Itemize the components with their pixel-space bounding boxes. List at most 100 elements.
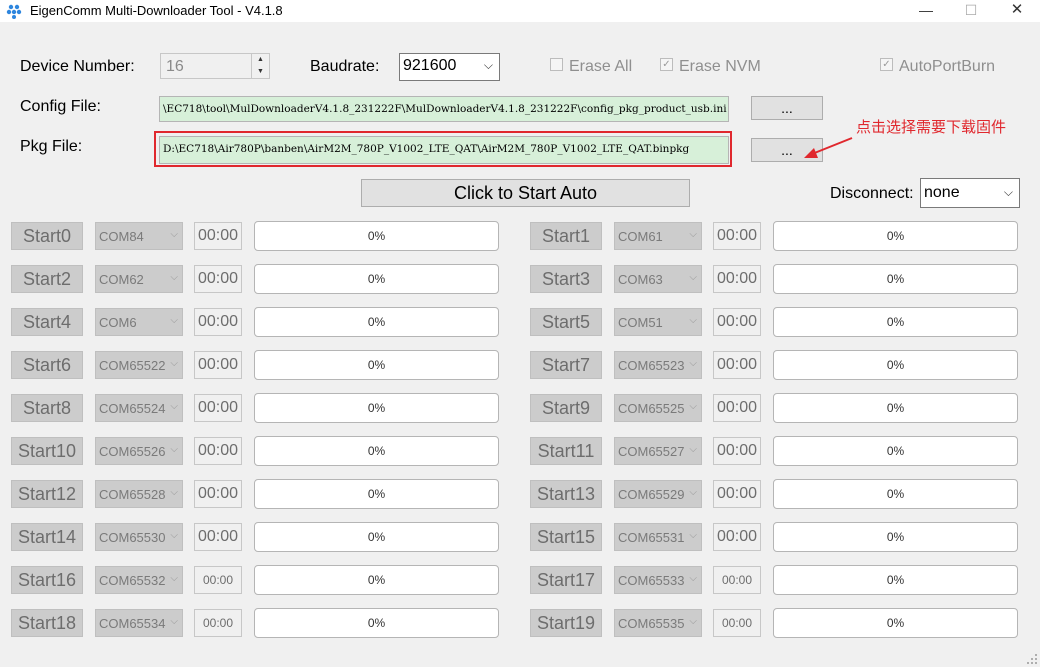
chevron-down-icon: ⌵ <box>689 358 697 369</box>
com-port-value: COM65533 <box>618 573 685 588</box>
chevron-down-icon: ⌵ <box>689 616 697 627</box>
com-port-select[interactable]: COM65524 ⌵ <box>95 394 183 422</box>
start-button[interactable]: Start14 <box>11 523 83 551</box>
disconnect-select[interactable]: none ⌵ <box>920 178 1020 208</box>
com-port-select[interactable]: COM65526 ⌵ <box>95 437 183 465</box>
com-port-select[interactable]: COM65533 ⌵ <box>614 566 702 594</box>
progress-bar: 0% <box>254 393 499 423</box>
start-button[interactable]: Start15 <box>530 523 602 551</box>
com-port-value: COM65531 <box>618 530 685 545</box>
com-port-select[interactable]: COM65532 ⌵ <box>95 566 183 594</box>
autoportburn-checkbox[interactable]: ✓ AutoPortBurn <box>880 58 995 76</box>
start-button[interactable]: Start19 <box>530 609 602 637</box>
minimize-button[interactable]: — <box>903 0 949 22</box>
chevron-down-icon: ⌵ <box>689 315 697 326</box>
elapsed-time: 00:00 <box>713 308 761 336</box>
progress-bar: 0% <box>773 522 1018 552</box>
annotation-arrow-icon <box>804 137 853 158</box>
resize-grip-icon[interactable] <box>1026 653 1038 665</box>
autoportburn-label: AutoPortBurn <box>899 58 996 75</box>
start-button[interactable]: Start2 <box>11 265 83 293</box>
chevron-down-icon: ⌵ <box>170 358 178 369</box>
highlight-box <box>154 131 732 167</box>
spinner-arrows[interactable]: ▲ ▼ <box>251 54 269 78</box>
elapsed-time: 00:00 <box>713 351 761 379</box>
maximize-button[interactable]: ☐ <box>948 0 994 22</box>
start-button[interactable]: Start7 <box>530 351 602 379</box>
start-button[interactable]: Start1 <box>530 222 602 250</box>
com-port-select[interactable]: COM51 ⌵ <box>614 308 702 336</box>
config-file-path-field[interactable]: \EC718\tool\MulDownloaderV4.1.8_231222F\… <box>159 96 729 122</box>
com-port-select[interactable]: COM65528 ⌵ <box>95 480 183 508</box>
start-button[interactable]: Start11 <box>530 437 602 465</box>
close-button[interactable]: ✕ <box>994 0 1040 22</box>
start-button[interactable]: Start5 <box>530 308 602 336</box>
com-port-value: COM65527 <box>618 444 685 459</box>
com-port-select[interactable]: COM65522 ⌵ <box>95 351 183 379</box>
start-button[interactable]: Start17 <box>530 566 602 594</box>
com-port-select[interactable]: COM61 ⌵ <box>614 222 702 250</box>
com-port-select[interactable]: COM65534 ⌵ <box>95 609 183 637</box>
com-port-value: COM65529 <box>618 487 685 502</box>
progress-bar: 0% <box>254 350 499 380</box>
pkg-file-label: Pkg File: <box>20 138 83 155</box>
elapsed-time: 00:00 <box>713 222 761 250</box>
elapsed-time: 00:00 <box>194 609 242 637</box>
start-button[interactable]: Start4 <box>11 308 83 336</box>
chevron-down-icon: ⌵ <box>170 444 178 455</box>
start-button[interactable]: Start13 <box>530 480 602 508</box>
com-port-select[interactable]: COM84 ⌵ <box>95 222 183 250</box>
elapsed-time: 00:00 <box>194 523 242 551</box>
start-button[interactable]: Start9 <box>530 394 602 422</box>
start-button[interactable]: Start18 <box>11 609 83 637</box>
start-button[interactable]: Start10 <box>11 437 83 465</box>
elapsed-time: 00:00 <box>713 566 761 594</box>
spin-up-icon[interactable]: ▲ <box>252 54 269 66</box>
com-port-value: COM63 <box>618 272 663 287</box>
device-number-spinner[interactable]: 16 ▲ ▼ <box>160 53 270 79</box>
start-button[interactable]: Start3 <box>530 265 602 293</box>
checkmark-icon[interactable]: ✓ <box>660 58 673 72</box>
config-browse-button[interactable]: ... <box>751 96 823 120</box>
elapsed-time: 00:00 <box>713 609 761 637</box>
spin-down-icon[interactable]: ▼ <box>252 66 269 78</box>
chevron-down-icon: ⌵ <box>1003 185 1013 199</box>
baudrate-select[interactable]: 921600 ⌵ <box>399 53 500 81</box>
start-auto-button[interactable]: Click to Start Auto <box>361 179 690 207</box>
checkbox-box[interactable] <box>550 58 563 72</box>
start-button[interactable]: Start0 <box>11 222 83 250</box>
progress-bar: 0% <box>773 264 1018 294</box>
com-port-select[interactable]: COM65531 ⌵ <box>614 523 702 551</box>
erase-all-checkbox[interactable]: Erase All <box>550 58 632 76</box>
progress-bar: 0% <box>254 608 499 638</box>
com-port-select[interactable]: COM65535 ⌵ <box>614 609 702 637</box>
com-port-select[interactable]: COM65529 ⌵ <box>614 480 702 508</box>
start-button[interactable]: Start12 <box>11 480 83 508</box>
elapsed-time: 00:00 <box>713 523 761 551</box>
progress-bar: 0% <box>254 479 499 509</box>
com-port-select[interactable]: COM6 ⌵ <box>95 308 183 336</box>
checkmark-icon[interactable]: ✓ <box>880 58 893 72</box>
chevron-down-icon: ⌵ <box>689 401 697 412</box>
chevron-down-icon: ⌵ <box>170 229 178 240</box>
erase-nvm-checkbox[interactable]: ✓ Erase NVM <box>660 58 761 76</box>
com-port-select[interactable]: COM65530 ⌵ <box>95 523 183 551</box>
progress-bar: 0% <box>773 565 1018 595</box>
progress-bar: 0% <box>773 479 1018 509</box>
com-port-select[interactable]: COM62 ⌵ <box>95 265 183 293</box>
start-button[interactable]: Start6 <box>11 351 83 379</box>
start-button[interactable]: Start16 <box>11 566 83 594</box>
chevron-down-icon: ⌵ <box>689 444 697 455</box>
com-port-value: COM65534 <box>99 616 166 631</box>
config-file-path: \EC718\tool\MulDownloaderV4.1.8_231222F\… <box>163 103 727 115</box>
com-port-value: COM65523 <box>618 358 685 373</box>
elapsed-time: 00:00 <box>194 351 242 379</box>
com-port-select[interactable]: COM65527 ⌵ <box>614 437 702 465</box>
chevron-down-icon: ⌵ <box>483 58 493 72</box>
com-port-select[interactable]: COM65523 ⌵ <box>614 351 702 379</box>
com-port-value: COM61 <box>618 229 663 244</box>
start-button[interactable]: Start8 <box>11 394 83 422</box>
elapsed-time: 00:00 <box>194 222 242 250</box>
com-port-select[interactable]: COM63 ⌵ <box>614 265 702 293</box>
com-port-select[interactable]: COM65525 ⌵ <box>614 394 702 422</box>
